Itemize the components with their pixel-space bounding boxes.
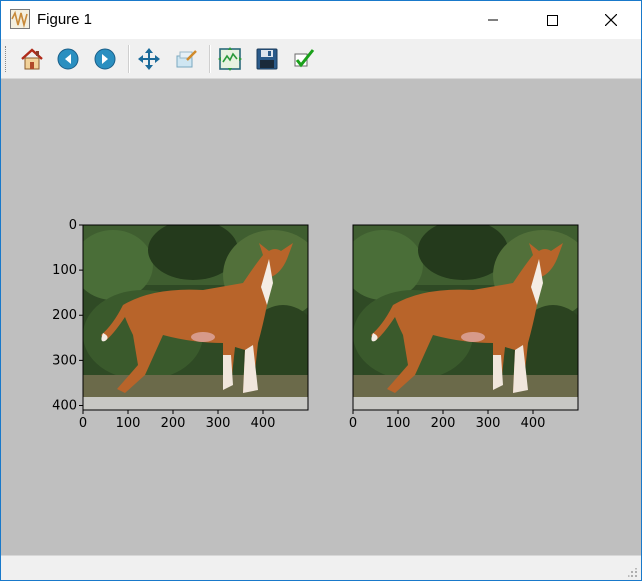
- y-tick-label: 300: [52, 353, 77, 368]
- edit-parameters-button[interactable]: [289, 44, 319, 74]
- subplots-icon: [218, 47, 242, 71]
- y-tick-label: 400: [52, 398, 77, 413]
- x-tick-label: 300: [476, 416, 501, 431]
- x-tick-label: 200: [431, 416, 456, 431]
- x-tick-label: 200: [161, 416, 186, 431]
- figure-canvas[interactable]: 0 100 200 300 400 0 100 200 300 400 0 100 200 300 400: [1, 79, 641, 555]
- subplot-axes-2[interactable]: 0 100 200 300 400: [343, 220, 593, 431]
- navigation-toolbar: [1, 39, 641, 79]
- figure-window: Figure 1 0 100 200 300 400 0 100 200 300…: [0, 0, 642, 581]
- title-bar[interactable]: Figure 1: [1, 1, 641, 39]
- y-tick-label: 100: [52, 263, 77, 278]
- x-tick-label: 100: [386, 416, 411, 431]
- figure-plot-area[interactable]: 0 100 200 300 40001002003004000 100 200 300 400: [1, 79, 641, 555]
- minimize-icon: [488, 19, 498, 21]
- close-button[interactable]: [588, 1, 634, 39]
- zoom-button[interactable]: [171, 44, 201, 74]
- minimize-button[interactable]: [470, 1, 516, 39]
- save-button[interactable]: [252, 44, 282, 74]
- maximize-button[interactable]: [529, 1, 575, 39]
- back-arrow-icon: [57, 48, 79, 70]
- maximize-icon: [546, 14, 558, 26]
- x-tick-label: 0: [349, 416, 357, 431]
- x-tick-label: 100: [116, 416, 141, 431]
- pan-button[interactable]: [134, 44, 164, 74]
- figure-app-icon: [10, 9, 30, 29]
- dog-photo-image: [83, 225, 308, 410]
- back-button[interactable]: [53, 44, 83, 74]
- zoom-icon: [176, 50, 197, 68]
- subplot-image: [353, 225, 578, 410]
- toolbar-grip[interactable]: [5, 46, 8, 72]
- subplot-image: [83, 225, 308, 410]
- home-icon: [21, 48, 43, 70]
- pan-icon: [138, 48, 160, 70]
- home-button[interactable]: [17, 44, 47, 74]
- x-tick-label: 400: [251, 416, 276, 431]
- y-tick-label: 0: [69, 218, 77, 233]
- x-tick-label: 400: [521, 416, 546, 431]
- checkmark-icon: [294, 49, 315, 68]
- x-tick-label: 0: [79, 416, 87, 431]
- toolbar-separator: [128, 45, 130, 73]
- dog-photo-image: [353, 225, 578, 410]
- forward-arrow-icon: [94, 48, 116, 70]
- forward-button[interactable]: [90, 44, 120, 74]
- x-tick-label: 300: [206, 416, 231, 431]
- configure-subplots-button[interactable]: [215, 44, 245, 74]
- floppy-disk-icon: [256, 48, 278, 70]
- window-title: Figure 1: [37, 11, 93, 28]
- y-tick-label: 200: [52, 308, 77, 323]
- close-icon: [605, 14, 617, 26]
- resize-grip-icon[interactable]: [628, 568, 638, 578]
- subplot-axes-1[interactable]: 0 100 200 300 4000100200300400: [52, 218, 323, 431]
- toolbar-separator: [209, 45, 211, 73]
- status-bar: [1, 555, 641, 580]
